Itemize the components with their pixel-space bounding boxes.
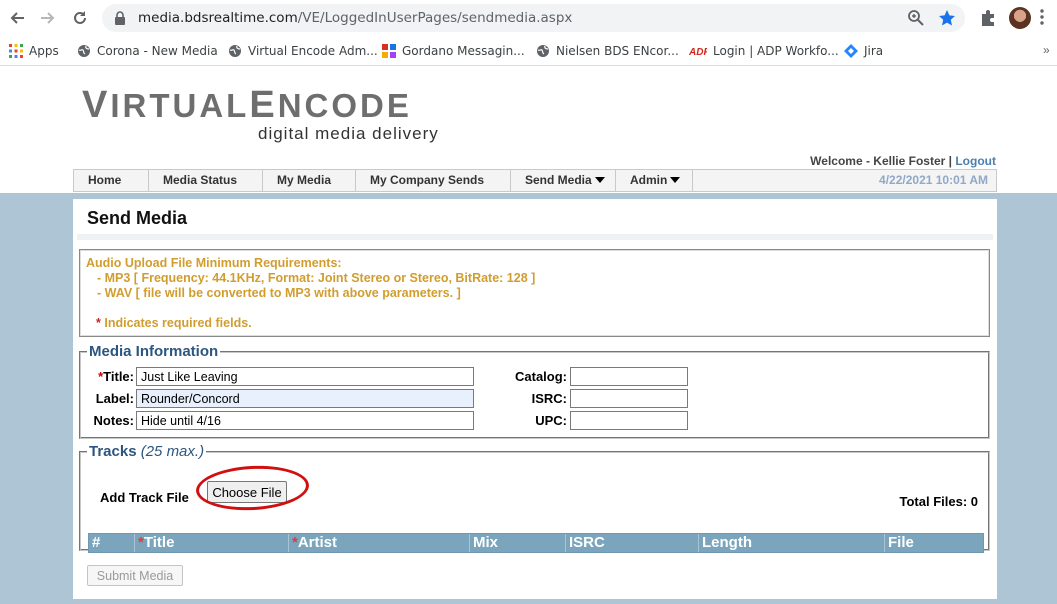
bookmark-label: Nielsen BDS ENcor... bbox=[556, 44, 679, 58]
address-bar[interactable]: media.bdsrealtime.com/VE/LoggedInUserPag… bbox=[102, 4, 965, 32]
bookmark-apps[interactable]: Apps bbox=[9, 42, 59, 60]
dropdown-caret-icon bbox=[594, 177, 605, 183]
welcome-text: Welcome - Kellie Foster | bbox=[810, 154, 952, 168]
requirements-box: Audio Upload File Minimum Requirements: … bbox=[79, 249, 990, 337]
requirements-mp3: - MP3 [ Frequency: 44.1KHz, Format: Join… bbox=[97, 271, 536, 285]
profile-avatar[interactable] bbox=[1009, 7, 1031, 29]
back-arrow-icon[interactable] bbox=[5, 6, 29, 30]
tracks-fieldset: Tracks (25 max.) Add Track File Choose F… bbox=[79, 443, 990, 553]
catalog-label: Catalog: bbox=[515, 369, 567, 384]
media-information-legend: Media Information bbox=[87, 343, 221, 360]
column-header-artist[interactable]: *Artist bbox=[289, 534, 470, 552]
bookmark-gordano-messaging[interactable]: Gordano Messagin... bbox=[382, 42, 525, 60]
title-divider bbox=[77, 234, 993, 240]
bookmark-label: Corona - New Media bbox=[97, 44, 218, 58]
title-label: *Title: bbox=[98, 369, 134, 384]
notes-input[interactable] bbox=[136, 411, 474, 430]
tracks-table-header: # *Title *Artist Mix ISRC Length File bbox=[88, 533, 984, 553]
bookmark-label: Apps bbox=[29, 44, 59, 58]
column-header-title[interactable]: *Title bbox=[135, 534, 289, 552]
dropdown-caret-icon bbox=[670, 177, 681, 183]
upc-input[interactable] bbox=[570, 411, 688, 430]
globe-icon bbox=[78, 45, 90, 57]
bookmark-label: Jira bbox=[864, 44, 884, 58]
url-path: /VE/LoggedInUserPages/sendmedia.aspx bbox=[297, 10, 573, 26]
virtual-encode-logo: VIRTUALENCODE digital media delivery bbox=[82, 84, 450, 146]
logo-wordmark: VIRTUALENCODE bbox=[82, 84, 412, 126]
requirements-wav: - WAV [ file will be converted to MP3 wi… bbox=[97, 286, 461, 300]
tracks-legend: Tracks (25 max.) bbox=[87, 443, 207, 460]
welcome-bar: Welcome - Kellie Foster | Logout bbox=[810, 154, 996, 168]
url-text: media.bdsrealtime.com/VE/LoggedInUserPag… bbox=[138, 10, 572, 26]
adp-icon: ADP bbox=[689, 47, 707, 58]
catalog-input[interactable] bbox=[570, 367, 688, 386]
column-header-number: # bbox=[89, 534, 135, 552]
bookmark-label: Gordano Messagin... bbox=[402, 44, 525, 58]
forward-arrow-icon[interactable] bbox=[36, 6, 60, 30]
menu-home[interactable]: Home bbox=[74, 170, 149, 191]
browser-toolbar: media.bdsrealtime.com/VE/LoggedInUserPag… bbox=[0, 0, 1057, 37]
reload-icon[interactable] bbox=[68, 6, 92, 30]
column-header-isrc[interactable]: ISRC bbox=[566, 534, 699, 552]
column-header-length[interactable]: Length bbox=[699, 534, 885, 552]
requirements-heading: Audio Upload File Minimum Requirements: bbox=[86, 256, 342, 270]
menu-admin[interactable]: Admin bbox=[616, 170, 693, 191]
submit-media-button[interactable]: Submit Media bbox=[87, 565, 183, 586]
send-media-panel: Send Media Audio Upload File Minimum Req… bbox=[73, 199, 997, 599]
label-label: Label: bbox=[95, 391, 134, 406]
bookmark-label: Login | ADP Workfo... bbox=[713, 44, 839, 58]
url-host: media.bdsrealtime.com bbox=[138, 10, 298, 26]
highlight-circle-annotation bbox=[194, 463, 311, 513]
jira-icon bbox=[844, 44, 858, 58]
isrc-label: ISRC: bbox=[531, 391, 567, 406]
globe-icon bbox=[537, 45, 549, 57]
isrc-input[interactable] bbox=[570, 389, 688, 408]
zoom-icon[interactable] bbox=[907, 9, 925, 27]
bookmark-label: Virtual Encode Adm... bbox=[248, 44, 378, 58]
logout-link[interactable]: Logout bbox=[955, 154, 996, 168]
upc-label: UPC: bbox=[535, 413, 567, 428]
menu-my-company-sends[interactable]: My Company Sends bbox=[356, 170, 511, 191]
browser-menu-icon[interactable] bbox=[1040, 8, 1044, 26]
logo-tagline: digital media delivery bbox=[258, 124, 439, 143]
menu-send-media[interactable]: Send Media bbox=[511, 170, 616, 191]
bookmark-jira[interactable]: Jira bbox=[844, 42, 883, 60]
bookmarks-more-chevron[interactable]: » bbox=[1043, 43, 1050, 57]
add-track-file-label: Add Track File bbox=[100, 490, 189, 505]
notes-label: Notes: bbox=[93, 413, 134, 428]
current-datetime: 4/22/2021 10:01 AM bbox=[879, 173, 988, 187]
menu-media-status[interactable]: Media Status bbox=[149, 170, 263, 191]
apps-grid-icon bbox=[9, 44, 23, 58]
bookmarks-bar: Apps Corona - New Media Virtual Encode A… bbox=[0, 37, 1057, 66]
column-header-mix[interactable]: Mix bbox=[470, 534, 566, 552]
required-fields-note: * Indicates required fields. bbox=[96, 316, 252, 330]
bookmark-adp-login[interactable]: ADP Login | ADP Workfo... bbox=[689, 42, 839, 60]
bookmark-star-icon[interactable] bbox=[938, 9, 956, 27]
lock-icon bbox=[115, 11, 125, 25]
bookmark-virtual-encode-admin[interactable]: Virtual Encode Adm... bbox=[228, 42, 378, 60]
menu-my-media[interactable]: My Media bbox=[263, 170, 356, 191]
total-files-count: Total Files: 0 bbox=[899, 494, 979, 509]
svg-text:ADP: ADP bbox=[689, 47, 707, 58]
label-input[interactable] bbox=[136, 389, 474, 408]
gordano-icon bbox=[382, 44, 396, 58]
extensions-puzzle-icon[interactable] bbox=[978, 8, 998, 28]
bookmark-nielsen-bds[interactable]: Nielsen BDS ENcor... bbox=[536, 42, 679, 60]
column-header-file[interactable]: File bbox=[885, 534, 983, 552]
page-title: Send Media bbox=[87, 208, 188, 228]
bookmark-corona-new-media[interactable]: Corona - New Media bbox=[77, 42, 218, 60]
globe-icon bbox=[229, 45, 241, 57]
main-menu: Home Media Status My Media My Company Se… bbox=[73, 169, 997, 192]
title-input[interactable] bbox=[136, 367, 474, 386]
media-information-fieldset: Media Information *Title: Label: Notes: … bbox=[79, 343, 990, 439]
